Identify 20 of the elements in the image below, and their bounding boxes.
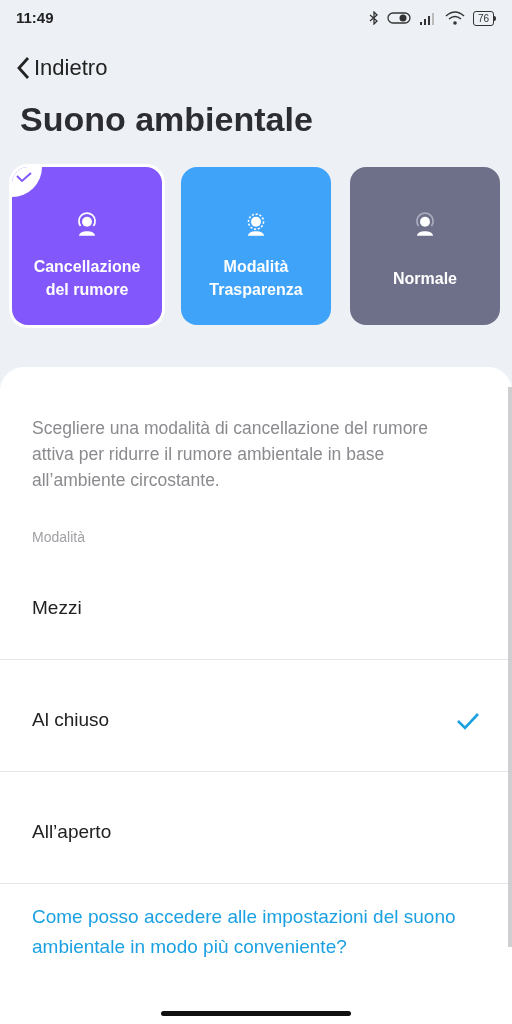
mode-card[interactable]: Normale xyxy=(350,167,500,325)
mode-card[interactable]: Cancellazione del rumore xyxy=(12,167,162,325)
back-chevron-icon xyxy=(16,55,30,80)
mode-label: Modalità Trasparenza xyxy=(208,257,304,300)
section-label: Modalità xyxy=(32,528,85,547)
option-label: Al chiuso xyxy=(32,708,110,733)
check-icon xyxy=(12,167,42,197)
mode-label: Cancellazione del rumore xyxy=(32,257,142,300)
toggle-icon xyxy=(386,11,411,25)
option-label: All’aperto xyxy=(32,820,112,845)
page-title: Suono ambientale xyxy=(20,99,314,140)
signal-icon xyxy=(418,11,437,25)
description-text: Scegliere una modalità di cancellazione del rumore attiva per ridurre il rumore ambientale in base all’ambiente circostante. xyxy=(32,417,429,492)
wifi-icon xyxy=(444,11,465,25)
option-label: Mezzi xyxy=(32,596,82,621)
status-time: 11:49 xyxy=(16,7,54,28)
mode-label: Normale xyxy=(392,268,458,289)
back-link[interactable]: Indietro xyxy=(16,51,108,84)
bluetooth-icon xyxy=(368,11,379,25)
battery-indicator: 76 xyxy=(472,10,496,26)
